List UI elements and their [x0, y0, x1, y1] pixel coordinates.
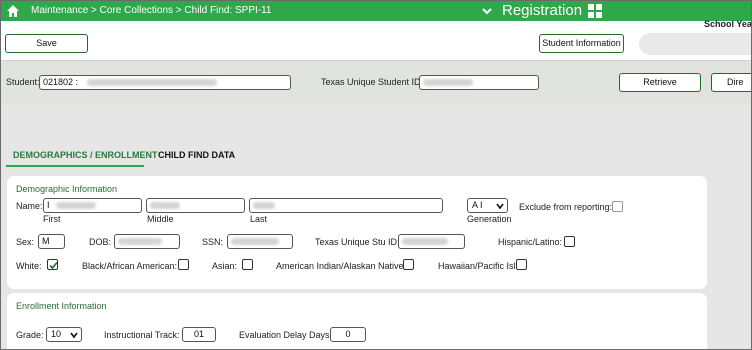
app-grid-icon[interactable] — [588, 4, 602, 18]
redacted-first-name — [56, 202, 97, 210]
save-button[interactable]: Save — [5, 34, 88, 53]
texas-unique-stu-id-label: Texas Unique Stu ID: — [315, 237, 400, 247]
chevron-down-icon — [496, 203, 504, 210]
black-african-american-label: Black/African American: — [82, 261, 178, 271]
student-id-value: 021802 : — [43, 77, 79, 87]
hispanic-latino-checkbox[interactable] — [564, 236, 575, 247]
first-name-input[interactable]: I — [43, 198, 142, 213]
sex-value: M — [42, 236, 50, 246]
school-year-label: School Year: — [704, 19, 752, 29]
first-caption: First — [43, 214, 61, 224]
texas-unique-student-id-label: Texas Unique Student ID: — [321, 77, 424, 87]
sex-label: Sex: — [16, 237, 35, 247]
grade-label: Grade: — [16, 330, 44, 340]
white-label: White: — [16, 261, 42, 271]
first-name-value: I — [47, 200, 50, 210]
redacted-dob — [118, 238, 162, 246]
dob-input[interactable] — [114, 234, 180, 249]
generation-select[interactable]: A I — [467, 198, 508, 213]
asian-checkbox[interactable] — [242, 259, 253, 270]
active-tab-indicator — [6, 165, 144, 167]
redacted-last-name — [253, 202, 275, 210]
student-label: Student: — [6, 77, 40, 87]
hawaiian-pacific-isl-label: Hawaiian/Pacific Isl: — [438, 261, 519, 271]
tab-child-find-data[interactable]: CHILD FIND DATA — [158, 150, 235, 160]
instructional-track-value: 01 — [193, 329, 204, 339]
enrollment-section-title: Enrollment Information — [16, 301, 107, 311]
page-title: Registration — [502, 2, 583, 19]
chevron-down-icon — [70, 332, 78, 339]
redacted-tsds — [402, 238, 448, 246]
american-indian-alaskan-native-checkbox[interactable] — [403, 259, 414, 270]
exclude-from-reporting-label: Exclude from reporting: — [519, 202, 613, 212]
instructional-track-label: Instructional Track: — [104, 330, 180, 340]
evaluation-delay-days-label: Evaluation Delay Days: — [239, 330, 333, 340]
grade-select[interactable]: 10 — [46, 327, 82, 342]
tab-demographics-enrollment[interactable]: DEMOGRAPHICS / ENROLLMENT — [13, 150, 158, 160]
black-african-american-checkbox[interactable] — [178, 259, 189, 270]
hispanic-latino-label: Hispanic/Latino: — [498, 237, 563, 247]
checkmark-icon — [49, 261, 58, 270]
last-name-input[interactable] — [249, 198, 443, 213]
dob-label: DOB: — [89, 237, 112, 247]
app-window: Maintenance > Core Collections > Child F… — [0, 0, 752, 350]
redacted-middle-name — [150, 202, 180, 210]
redacted-student-name — [86, 79, 217, 87]
middle-caption: Middle — [147, 214, 174, 224]
toolbar: Save Student Information — [1, 21, 751, 60]
last-caption: Last — [250, 214, 268, 224]
chevron-down-icon[interactable] — [481, 5, 493, 17]
exclude-from-reporting-checkbox[interactable] — [612, 201, 623, 212]
generation-caption: Generation — [467, 214, 512, 224]
sex-input[interactable]: M — [38, 234, 65, 249]
school-year-selector[interactable] — [639, 33, 751, 55]
student-information-button[interactable]: Student Information — [539, 34, 624, 53]
evaluation-delay-days-value: 0 — [345, 329, 351, 339]
generation-value: A I — [472, 200, 483, 210]
retrieve-button[interactable]: Retrieve — [619, 73, 701, 92]
redacted-tsds-id — [423, 79, 473, 87]
middle-name-input[interactable] — [146, 198, 245, 213]
ssn-input[interactable] — [227, 234, 293, 249]
texas-unique-stu-id-input[interactable] — [398, 234, 465, 249]
ssn-label: SSN: — [202, 237, 224, 247]
american-indian-alaskan-native-label: American Indian/Alaskan Native: — [276, 261, 407, 271]
student-input[interactable]: 021802 : — [39, 75, 291, 90]
top-bar: Maintenance > Core Collections > Child F… — [1, 1, 751, 21]
texas-unique-student-id-input[interactable] — [419, 75, 539, 90]
home-icon[interactable] — [6, 4, 20, 18]
directory-button[interactable]: Dire — [711, 73, 751, 92]
name-label: Name: — [16, 201, 43, 211]
redacted-ssn — [231, 238, 279, 246]
breadcrumb[interactable]: Maintenance > Core Collections > Child F… — [31, 5, 272, 16]
hawaiian-pacific-isl-checkbox[interactable] — [516, 259, 527, 270]
white-checkbox[interactable] — [47, 259, 58, 270]
grade-value: 10 — [51, 329, 62, 339]
demographic-section-title: Demographic Information — [16, 184, 118, 194]
asian-label: Asian: — [212, 261, 238, 271]
instructional-track-input[interactable]: 01 — [182, 327, 216, 342]
evaluation-delay-days-input[interactable]: 0 — [330, 327, 366, 342]
